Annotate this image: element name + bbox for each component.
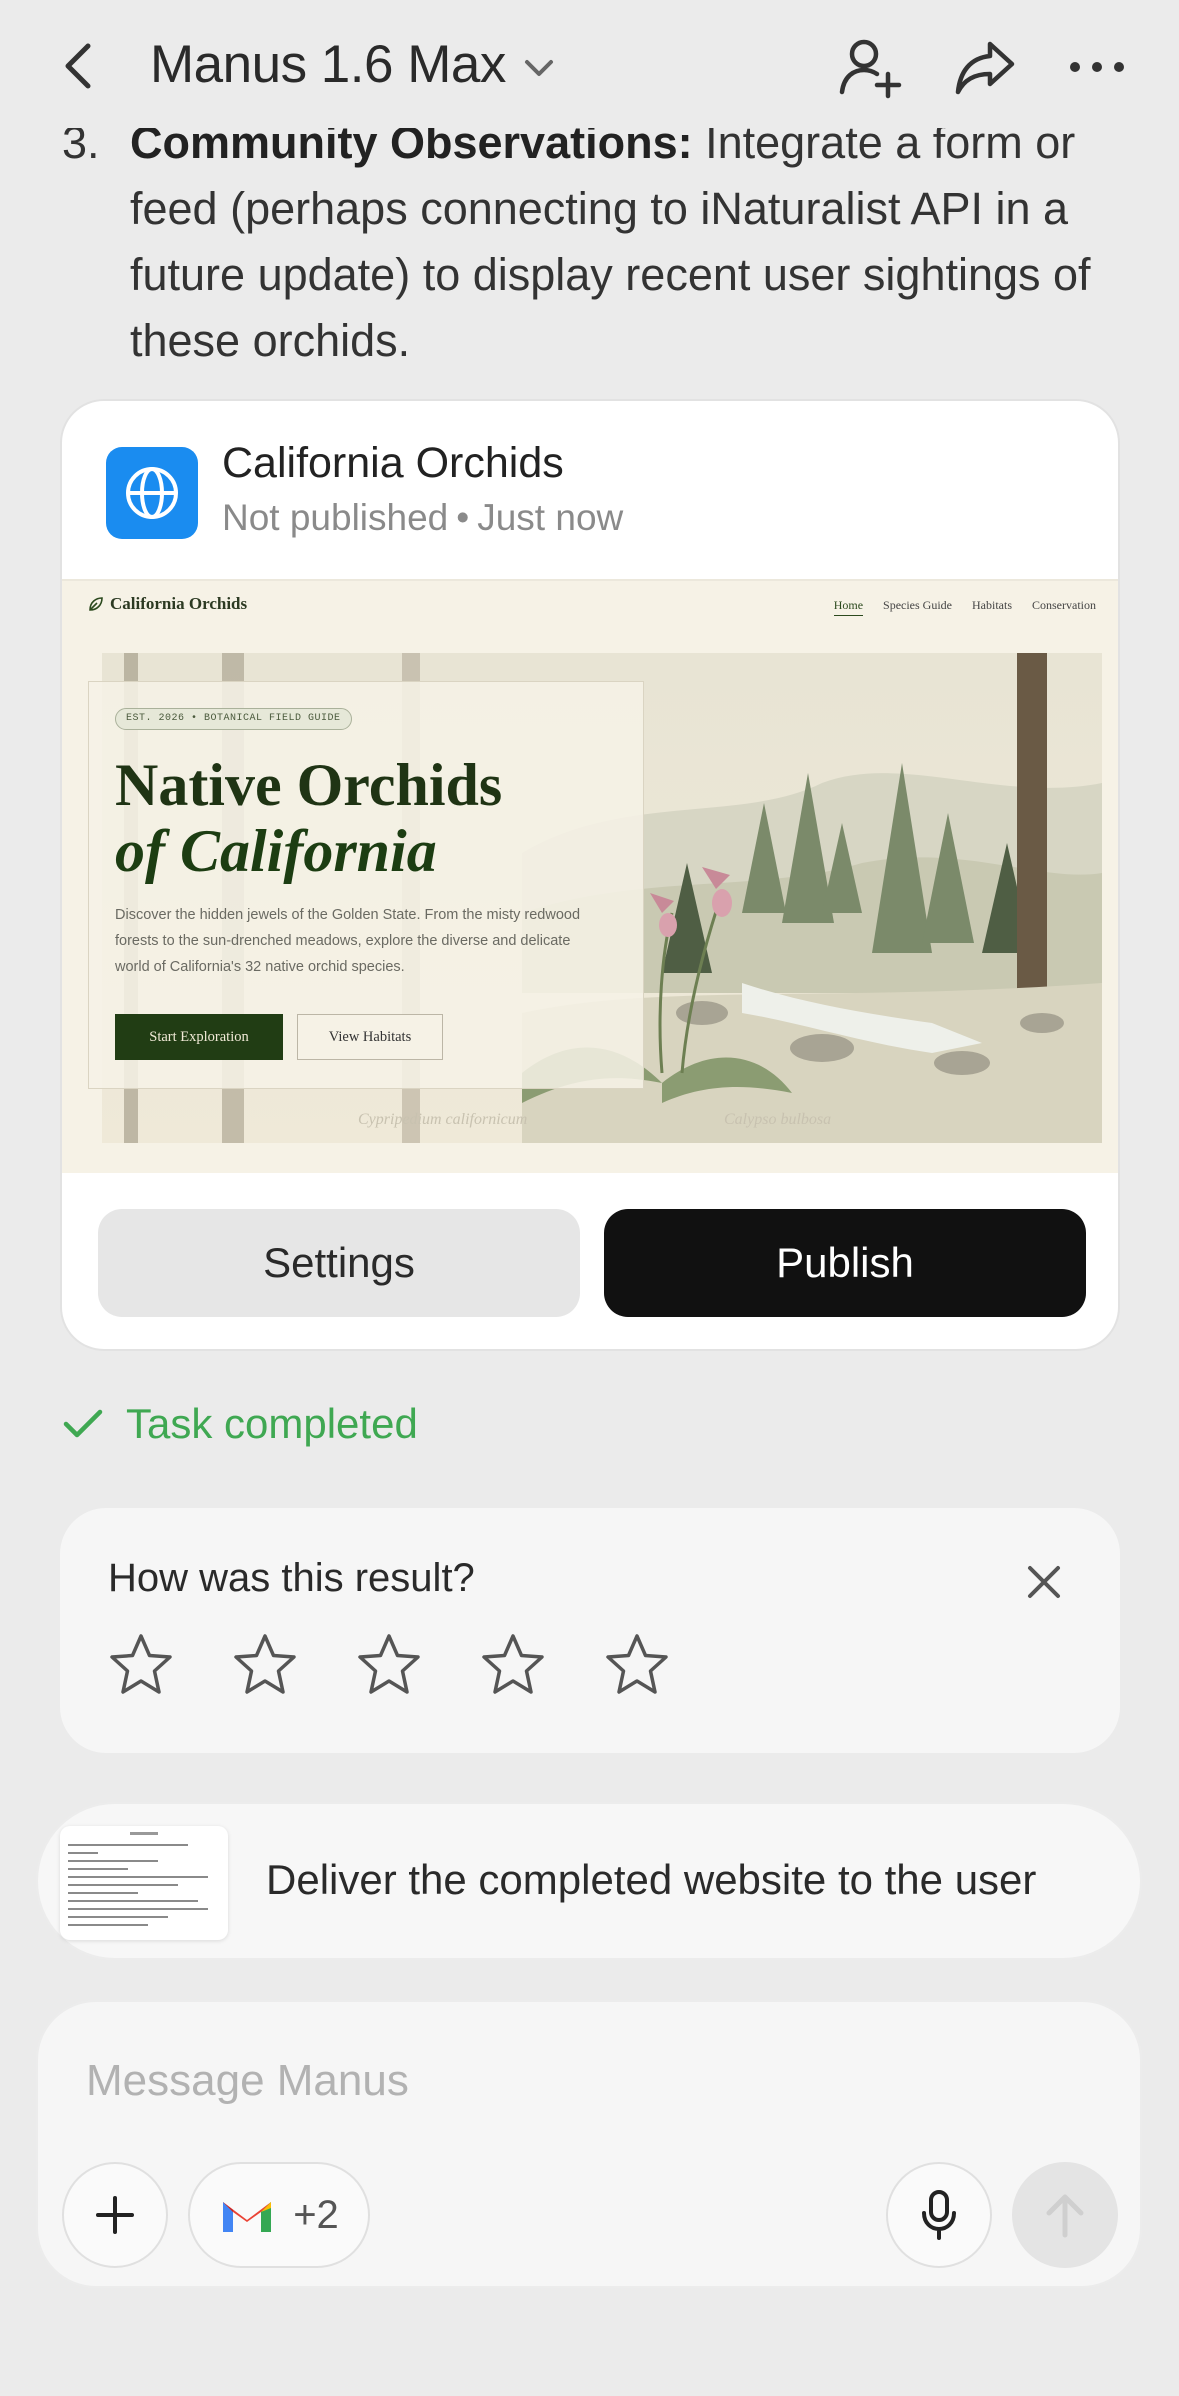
- star-icon[interactable]: [604, 1632, 670, 1698]
- website-card-actions: Settings Publish: [62, 1173, 1118, 1349]
- preview-brand: California Orchids: [88, 594, 247, 614]
- preview-badge: EST. 2026 • BOTANICAL FIELD GUIDE: [115, 708, 352, 730]
- voice-input-button[interactable]: [886, 2162, 992, 2268]
- website-status: Not published • Just now: [222, 497, 623, 539]
- preview-description: Discover the hidden jewels of the Golden…: [115, 907, 581, 975]
- preview-caption-left: Cypripedium californicum: [358, 1111, 528, 1128]
- timestamp: Just now: [477, 497, 624, 538]
- star-icon[interactable]: [232, 1632, 298, 1698]
- preview-nav-habitats: Habitats: [972, 598, 1012, 612]
- task-step-item[interactable]: Deliver the completed website to the use…: [36, 1802, 1142, 1960]
- star-icon[interactable]: [480, 1632, 546, 1698]
- add-user-button[interactable]: [834, 32, 904, 102]
- publish-status: Not published: [222, 497, 449, 538]
- connectors-button[interactable]: +2: [188, 2162, 370, 2268]
- more-options-button[interactable]: [1062, 32, 1132, 102]
- send-button[interactable]: [1012, 2162, 1118, 2268]
- task-status: Task completed: [62, 1400, 418, 1448]
- top-bar: Manus 1.6 Max: [0, 0, 1179, 128]
- globe-icon: [106, 447, 198, 539]
- chevron-down-icon: [524, 59, 553, 76]
- preview-nav-links: Home Species Guide Habitats Conservation: [833, 598, 1096, 616]
- preview-caption-right: Calypso bulbosa: [724, 1111, 832, 1128]
- message-composer: +2: [36, 2000, 1142, 2288]
- preview-nav-conservation: Conservation: [1032, 598, 1096, 612]
- website-preview[interactable]: California Orchids Home Species Guide Ha…: [62, 579, 1118, 1173]
- share-button[interactable]: [950, 32, 1020, 102]
- separator: •: [456, 497, 470, 538]
- add-user-icon: [839, 39, 902, 99]
- step-thumbnail: [60, 1826, 228, 1940]
- preview-primary-cta: Start Exploration: [115, 1014, 283, 1060]
- rating-card: How was this result?: [60, 1508, 1120, 1753]
- gmail-icon: [223, 2202, 272, 2232]
- settings-button[interactable]: Settings: [98, 1209, 580, 1317]
- plus-icon: [96, 2196, 134, 2234]
- star-icon[interactable]: [356, 1632, 422, 1698]
- leaf-icon: [89, 597, 103, 611]
- more-horizontal-icon: [1070, 62, 1124, 72]
- back-chevron-icon: [65, 43, 91, 89]
- app-screen: Manus 1.6 Max 3. Community Observations:…: [0, 0, 1179, 2396]
- preview-secondary-cta: View Habitats: [297, 1014, 443, 1060]
- star-rating: [108, 1632, 670, 1698]
- star-icon[interactable]: [108, 1632, 174, 1698]
- preview-nav-home: Home: [833, 598, 864, 616]
- assistant-message: 3. Community Observations: Integrate a f…: [62, 110, 1122, 374]
- message-input[interactable]: [86, 2056, 986, 2106]
- add-attachment-button[interactable]: [62, 2162, 168, 2268]
- website-card[interactable]: California Orchids Not published • Just no…: [60, 399, 1120, 1351]
- website-card-header: California Orchids Not published • Just no…: [62, 401, 1118, 579]
- back-button[interactable]: [58, 38, 106, 94]
- microphone-icon: [922, 2190, 956, 2240]
- close-icon: [1028, 1566, 1060, 1598]
- task-status-label: Task completed: [126, 1400, 418, 1447]
- connectors-count: +2: [293, 2192, 339, 2237]
- app-title: Manus 1.6 Max: [150, 35, 506, 94]
- checkmark-icon: [63, 1409, 103, 1438]
- preview-nav-species: Species Guide: [883, 598, 952, 612]
- publish-button[interactable]: Publish: [604, 1209, 1086, 1317]
- rating-question: How was this result?: [108, 1556, 475, 1600]
- model-selector[interactable]: Manus 1.6 Max: [150, 34, 554, 95]
- preview-nav: California Orchids Home Species Guide Ha…: [62, 581, 1118, 631]
- send-arrow-icon: [1046, 2194, 1084, 2238]
- step-label: Deliver the completed website to the use…: [266, 1856, 1037, 1903]
- website-title: California Orchids: [222, 439, 564, 487]
- preview-hero-panel: EST. 2026 • BOTANICAL FIELD GUIDE Native…: [88, 681, 644, 1089]
- share-arrow-icon: [955, 41, 1015, 95]
- rating-close-button[interactable]: [1016, 1554, 1072, 1610]
- preview-headline: Native Orchids of California: [115, 752, 503, 884]
- list-item-text: Community Observations: Integrate a form…: [130, 110, 1122, 374]
